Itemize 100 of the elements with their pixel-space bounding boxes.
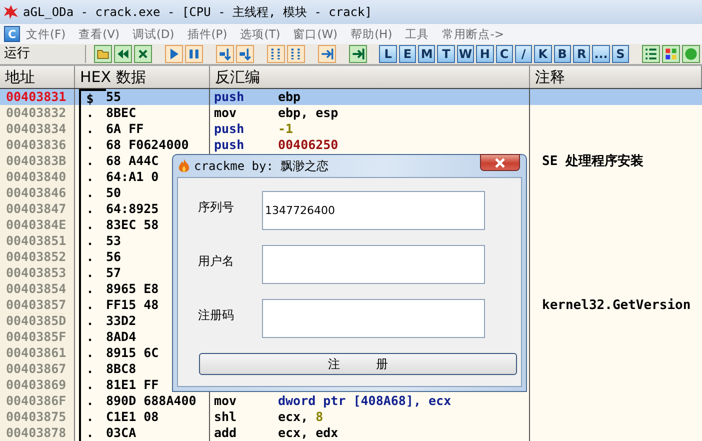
operand: ebp, esp — [278, 105, 338, 120]
window-button[interactable]: C — [496, 45, 513, 63]
grid-button[interactable] — [662, 45, 680, 63]
address-cell: 00403831 — [0, 89, 75, 105]
window-button[interactable]: L — [379, 45, 397, 63]
hex-cell: 8AD4 — [106, 329, 136, 345]
operand: ebp — [278, 89, 301, 104]
mnemonic: mov — [214, 105, 238, 121]
menu-item[interactable]: 插件(P) — [187, 26, 228, 42]
menu-item[interactable]: 窗口(W) — [293, 26, 338, 42]
window-button[interactable]: B — [554, 45, 571, 63]
window-button[interactable]: K — [534, 45, 552, 63]
hex-cell: 64:8925 — [106, 201, 159, 217]
dotted-lines-button[interactable] — [286, 45, 305, 63]
window-button[interactable]: H — [476, 45, 494, 63]
column-header[interactable]: 反汇编 — [210, 66, 530, 88]
column-header[interactable]: 地址 — [0, 66, 75, 88]
marker: . — [85, 297, 95, 313]
operand: 8 — [316, 409, 324, 424]
input-field[interactable] — [262, 245, 485, 284]
column-header[interactable]: HEX 数据 — [75, 66, 210, 88]
marker: . — [85, 137, 95, 153]
marker: . — [85, 345, 95, 361]
hex-cell: 50 — [106, 185, 122, 201]
hex-cell: 56 — [106, 249, 122, 265]
marker: . — [85, 233, 95, 249]
column-header[interactable]: 注释 — [530, 66, 702, 88]
address-cell: 00403832 — [0, 105, 75, 121]
hex-cell: 8BC8 — [106, 361, 136, 377]
menu-item[interactable]: 常用断点-> — [442, 26, 504, 42]
close-button[interactable] — [480, 154, 520, 171]
mnemonic: mov — [214, 393, 238, 409]
operand: ecx, edx — [278, 425, 338, 440]
address-cell: 00403847 — [0, 201, 75, 217]
hex-cell: 33D2 — [106, 313, 136, 329]
input-field[interactable]: 1347726400 — [262, 191, 485, 230]
mnemonic: push — [214, 89, 246, 105]
marker: . — [85, 105, 95, 121]
window-title: aGL_ODa - crack.exe - [CPU - 主线程, 模块 - crack] — [23, 4, 372, 20]
operand: -1 — [278, 121, 294, 136]
play-button[interactable] — [165, 45, 184, 63]
address-cell: 00403851 — [0, 233, 75, 249]
hex-cell: 55 — [106, 89, 122, 105]
address-cell: 0040385D — [0, 313, 75, 329]
menu-item[interactable]: 工具 — [405, 26, 430, 42]
rewind-button[interactable] — [114, 45, 132, 63]
pause-button[interactable] — [185, 45, 204, 63]
mnemonic: shl — [214, 409, 238, 425]
marker: . — [85, 329, 95, 345]
menu-item[interactable]: 选项(T) — [240, 26, 280, 42]
arrow-button[interactable] — [318, 45, 336, 63]
list-button[interactable] — [642, 45, 660, 63]
menu-item[interactable]: 帮助(H) — [350, 26, 392, 42]
hex-cell: 8965 E8 — [106, 281, 159, 297]
hex-cell: 68 F0624000 — [106, 137, 189, 153]
mnemonic: push — [214, 121, 246, 137]
menu-item[interactable]: 调试(D) — [132, 26, 174, 42]
field-label: 注册码 — [198, 307, 235, 324]
window-button[interactable]: R — [573, 45, 590, 63]
hex-cell: 6A FF — [106, 121, 144, 137]
address-cell: 00403840 — [0, 169, 75, 185]
hex-cell: 57 — [106, 265, 122, 281]
window-button[interactable]: M — [418, 45, 436, 63]
address-cell: 00403857 — [0, 297, 75, 314]
window-button[interactable]: W — [456, 45, 474, 63]
window-button[interactable]: E — [398, 45, 416, 63]
hex-cell: 68 A44C — [106, 153, 159, 170]
mnemonic: push — [214, 137, 246, 153]
address-cell: 00403867 — [0, 361, 75, 377]
menu-item[interactable]: 文件(F) — [26, 26, 66, 42]
circle-button[interactable] — [682, 45, 700, 63]
address-cell: 00403836 — [0, 137, 75, 153]
marker: . — [85, 393, 95, 409]
hex-cell: 81E1 FF — [106, 377, 159, 393]
register-button[interactable]: 注 册 — [199, 353, 517, 375]
arrow-button[interactable] — [348, 45, 367, 63]
marker: . — [85, 377, 95, 393]
step-button[interactable] — [216, 45, 234, 63]
marker: . — [85, 361, 95, 377]
address-cell: 0040384E — [0, 217, 75, 233]
menu-item[interactable]: 查看(V) — [78, 26, 120, 42]
cross-button[interactable] — [134, 45, 152, 63]
address-cell: 00403878 — [0, 425, 75, 441]
comment: kernel32.GetVersion — [542, 298, 691, 313]
window-button[interactable]: S — [612, 45, 630, 63]
input-field[interactable] — [262, 299, 485, 338]
step-button[interactable] — [236, 45, 254, 63]
hex-cell: 83EC 58 — [106, 217, 159, 233]
hex-cell: 64:A1 0 — [106, 169, 159, 185]
window-button[interactable]: / — [514, 45, 532, 63]
marker: . — [85, 217, 95, 233]
splat-icon — [3, 4, 19, 20]
window-button[interactable]: ... — [592, 45, 610, 63]
dotted-lines-button[interactable] — [266, 45, 285, 63]
marker: . — [85, 265, 95, 281]
address-cell: 0040385F — [0, 329, 75, 345]
address-cell: 00403869 — [0, 377, 75, 393]
folder-button[interactable] — [94, 45, 112, 63]
window-button[interactable]: T — [437, 45, 455, 63]
marker: . — [85, 409, 95, 425]
